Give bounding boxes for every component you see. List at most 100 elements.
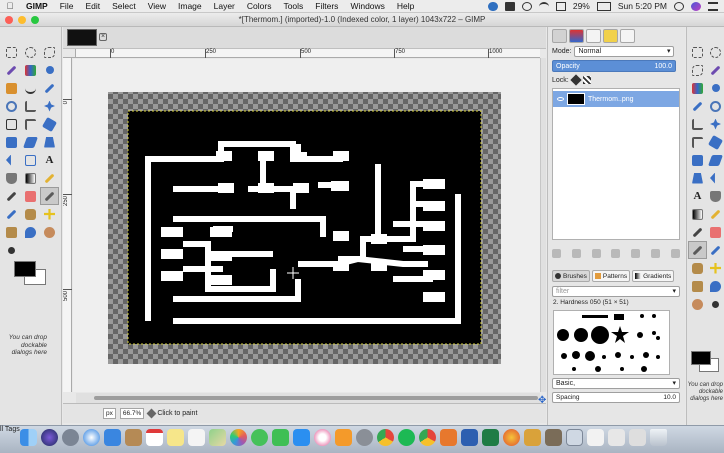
blend-tool[interactable] [21,169,40,187]
measure-tool[interactable] [21,97,40,115]
reminders-icon[interactable] [188,429,205,446]
tab-tool-options[interactable] [603,29,618,43]
flip-tool[interactable] [706,169,724,187]
airbrush-tool[interactable] [688,241,707,259]
mode-select[interactable]: Normal ▾ [574,46,675,57]
image-canvas[interactable] [73,59,540,392]
close-image-tab-icon[interactable]: × [99,33,107,41]
heal-tool[interactable] [40,205,59,223]
move-tool[interactable] [40,97,59,115]
select-by-color-tool[interactable] [21,61,40,79]
heal-tool[interactable] [706,259,724,277]
eraser-tool[interactable] [706,223,724,241]
fusion-icon[interactable] [440,429,457,446]
firefox-icon[interactable] [503,429,520,446]
maps-icon[interactable] [209,429,226,446]
apple-menu-icon[interactable]:  [0,1,20,11]
rect-select-tool[interactable] [688,43,707,61]
contacts-icon[interactable] [125,429,142,446]
text-tool[interactable]: A [688,187,707,205]
color-picker-tool[interactable] [688,97,707,115]
text-tool[interactable]: A [40,151,59,169]
menu-layer[interactable]: Layer [208,1,241,11]
notes-icon[interactable] [167,429,184,446]
perspective-tool[interactable] [40,133,59,151]
scale-tool[interactable] [688,151,707,169]
rotate-tool[interactable] [706,133,724,151]
ellipse-select-tool[interactable] [706,43,724,61]
pencil-tool[interactable] [706,205,724,223]
menu-windows[interactable]: Windows [344,1,390,11]
paths-tool[interactable] [21,79,40,97]
documents-stack-icon[interactable] [587,429,604,446]
cloud-icon[interactable] [487,1,498,11]
lock-alpha-icon[interactable] [582,76,591,84]
app-store-icon[interactable] [293,429,310,446]
word-icon[interactable] [461,429,478,446]
bucket-fill-tool[interactable] [706,187,724,205]
cage-transform-tool[interactable] [21,151,40,169]
chrome-icon[interactable] [377,429,394,446]
lock-pixels-icon[interactable] [570,74,582,86]
ink-tool[interactable] [706,241,724,259]
zoom-tool[interactable] [706,97,724,115]
rotate-tool[interactable] [40,115,59,133]
crop-tool[interactable] [688,133,707,151]
menu-app-gimp[interactable]: GIMP [20,1,54,11]
trash-icon[interactable] [650,429,667,446]
raise-layer-button[interactable] [591,249,601,258]
smudge-tool[interactable] [40,223,59,241]
menu-help[interactable]: Help [391,1,420,11]
notification-center-icon[interactable] [708,1,718,11]
tab-layers[interactable] [552,29,567,43]
pencil-tool[interactable] [40,169,59,187]
ink-tool[interactable] [2,205,21,223]
itunes-icon[interactable] [314,429,331,446]
duplicate-layer-button[interactable] [631,249,641,258]
image-tab-thumbnail[interactable] [67,29,97,46]
photos-icon[interactable] [230,429,247,446]
messages-icon[interactable] [251,429,268,446]
recent-stack-icon[interactable] [629,429,646,446]
airbrush-tool[interactable] [40,187,59,205]
downloads-folder-icon[interactable] [566,429,583,446]
vertical-ruler[interactable]: 0 250 500 [63,58,72,392]
tab-gradients[interactable]: Gradients [632,270,675,282]
anchor-layer-button[interactable] [651,249,661,258]
tab-brushes[interactable]: Brushes [552,270,590,282]
time-machine-icon[interactable] [521,1,532,11]
paintbrush-tool[interactable] [688,223,707,241]
smudge-tool[interactable] [688,295,707,313]
spotlight-search-icon[interactable] [674,1,684,11]
menu-image[interactable]: Image [172,1,208,11]
brush-preset-select[interactable]: Basic, ▾ [552,378,680,389]
ellipse-select-tool[interactable] [21,43,40,61]
perspective-clone-tool[interactable] [688,277,707,295]
facetime-icon[interactable] [272,429,289,446]
menu-file[interactable]: File [54,1,80,11]
paintbrush-tool[interactable] [2,187,21,205]
google-chrome-icon[interactable] [419,429,436,446]
brush-filter-input[interactable]: filter ▾ [552,286,680,297]
zoom-field[interactable]: 66.7% [119,408,145,419]
visibility-eye-icon[interactable] [557,97,564,101]
vertical-scrollbar[interactable] [540,58,546,392]
unit-select[interactable]: px [103,408,116,419]
blur-tool[interactable] [706,277,724,295]
free-select-tool[interactable] [40,43,59,61]
menu-filters[interactable]: Filters [309,1,344,11]
scissors-select-tool[interactable] [706,79,724,97]
new-layer-button[interactable] [552,249,561,258]
perspective-clone-tool[interactable] [2,223,21,241]
layer-name[interactable]: Thermom..png [588,96,634,103]
spacing-slider[interactable]: Spacing 10.0 [552,392,680,403]
delete-layer-button[interactable] [670,249,680,258]
tab-undo-history[interactable] [620,29,635,43]
select-by-color-tool[interactable] [688,79,707,97]
shear-tool[interactable] [21,133,40,151]
scissors-select-tool[interactable] [40,61,59,79]
shear-tool[interactable] [706,151,724,169]
blur-tool[interactable] [21,223,40,241]
fuzzy-select-tool[interactable] [706,61,724,79]
measure-tool[interactable] [688,115,707,133]
